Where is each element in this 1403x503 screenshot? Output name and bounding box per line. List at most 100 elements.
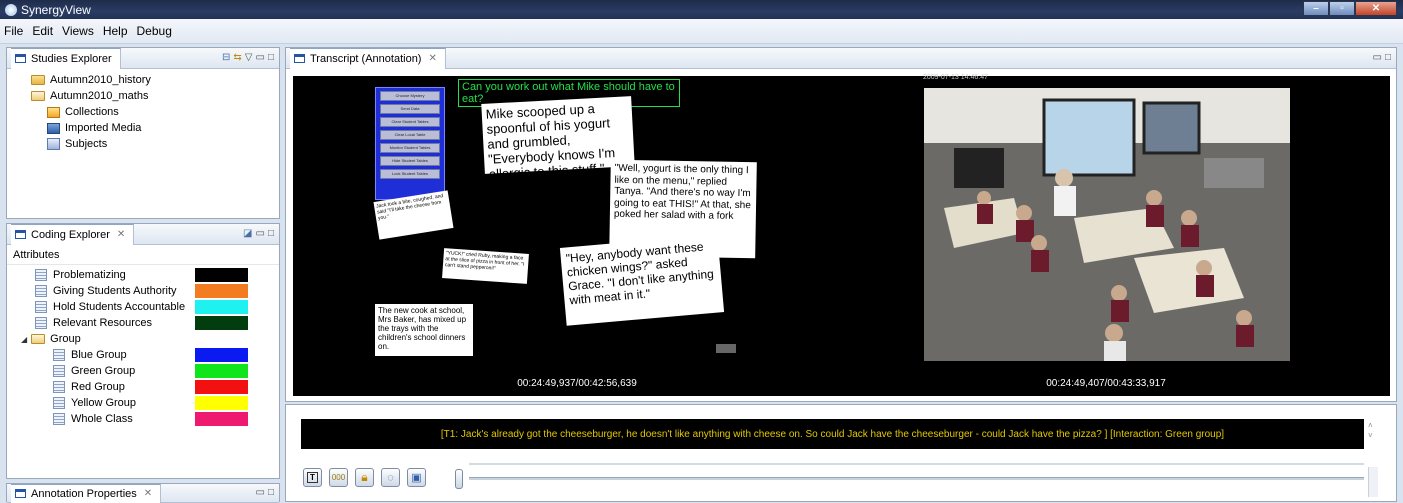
annotation-timeline-panel: [T1: Jack's already got the cheeseburger… xyxy=(285,404,1397,502)
tabletop-logo xyxy=(716,344,736,353)
left-video[interactable]: Choose Mystery Send Data Clear Student T… xyxy=(293,76,833,376)
menu-file[interactable]: File xyxy=(4,24,23,38)
tree-item-imported-media[interactable]: Imported Media xyxy=(13,120,279,136)
save-icon: ▣ xyxy=(411,472,422,484)
menu-views[interactable]: Views xyxy=(62,24,94,38)
tree-item-collections[interactable]: Collections xyxy=(13,104,279,120)
maximize-view-icon[interactable]: □ xyxy=(1385,52,1391,63)
lock-icon: 🔒︎ xyxy=(361,470,368,484)
color-swatch xyxy=(195,396,248,410)
tab-annotation-properties[interactable]: Annotation Properties ✕ xyxy=(11,483,162,503)
media-icon xyxy=(47,122,60,134)
annotation-properties-header: Annotation Properties ✕ ▭ □ xyxy=(7,483,279,503)
close-tab-icon[interactable]: ✕ xyxy=(144,488,152,499)
attribute-icon xyxy=(53,365,65,377)
attribute-icon xyxy=(35,317,47,329)
tree-item-autumn2010-history[interactable]: Autumn2010_history xyxy=(13,72,279,88)
maximize-view-icon[interactable]: □ xyxy=(268,487,274,498)
track-divider xyxy=(469,463,1364,465)
tree-item-label: Autumn2010_maths xyxy=(50,90,149,102)
story-card: "YUCK!" cried Ruby, making a face at the… xyxy=(442,248,529,284)
maximize-view-icon[interactable]: □ xyxy=(268,228,274,239)
folder-open-icon xyxy=(31,91,45,101)
tab-studies-explorer[interactable]: Studies Explorer xyxy=(11,47,121,69)
folder-open-icon xyxy=(31,334,46,344)
minimize-view-icon[interactable]: ▭ xyxy=(256,52,265,63)
studies-tree: Autumn2010_history Autumn2010_maths Coll… xyxy=(7,69,279,152)
menu-button-choose-mystery: Choose Mystery xyxy=(380,91,440,101)
folder-icon xyxy=(31,75,45,85)
close-tab-icon[interactable]: ✕ xyxy=(428,53,436,64)
tab-coding-explorer[interactable]: Coding Explorer ✕ xyxy=(11,223,135,245)
collapse-all-icon[interactable]: ⊟ xyxy=(222,52,230,63)
tree-item-subjects[interactable]: Subjects xyxy=(13,136,279,152)
transcript-annotation-line[interactable]: [T1: Jack's already got the cheeseburger… xyxy=(301,419,1364,449)
studies-explorer-header: Studies Explorer ⊟ ⇆ ▽ ▭ □ xyxy=(7,47,279,69)
right-video-timecode: 00:24:49,407/00:43:33,917 xyxy=(1046,378,1166,389)
collections-icon xyxy=(47,106,60,118)
camera-timestamp: 2009-07-13 14:46:47 xyxy=(923,74,988,81)
attribute-icon xyxy=(35,301,47,313)
view-icon xyxy=(15,54,26,63)
menu-edit[interactable]: Edit xyxy=(32,24,53,38)
speech-tool-button[interactable]: ◌ xyxy=(381,468,400,487)
minimize-view-icon[interactable]: ▭ xyxy=(256,228,265,239)
attribute-label: Giving Students Authority xyxy=(53,285,177,297)
attribute-label: Green Group xyxy=(71,365,136,377)
left-video-timecode: 00:24:49,937/00:42:56,639 xyxy=(517,378,637,389)
minimize-view-icon[interactable]: ▭ xyxy=(1373,52,1382,63)
maximize-button[interactable]: ▫ xyxy=(1329,1,1355,16)
save-tool-button[interactable]: ▣ xyxy=(407,468,426,487)
close-tab-icon[interactable]: ✕ xyxy=(117,229,125,240)
menu-debug[interactable]: Debug xyxy=(137,24,172,38)
attribute-label: Yellow Group xyxy=(71,397,137,409)
minimize-button[interactable]: – xyxy=(1303,1,1329,16)
view-icon xyxy=(15,230,26,239)
tab-label: Studies Explorer xyxy=(31,52,112,65)
speech-bubble-icon: ◌ xyxy=(387,471,394,484)
timeline-slider-track[interactable] xyxy=(469,477,1364,480)
right-video[interactable]: 2009-07-13 14:46:47 xyxy=(921,74,1390,376)
transcript-tool-button[interactable]: T xyxy=(303,468,322,487)
studies-explorer-panel: Studies Explorer ⊟ ⇆ ▽ ▭ □ Autumn2010_hi… xyxy=(6,47,280,219)
maximize-view-icon[interactable]: □ xyxy=(268,52,274,63)
expand-arrow-icon[interactable]: ◢ xyxy=(21,335,27,344)
attribute-label: Whole Class xyxy=(71,413,133,425)
tree-item-label: Imported Media xyxy=(65,122,142,134)
minimize-view-icon[interactable]: ▭ xyxy=(256,487,265,498)
new-code-icon[interactable]: ◪ xyxy=(243,228,252,239)
attribute-icon xyxy=(35,269,47,281)
view-controls: ⊟ ⇆ ▽ ▭ □ xyxy=(222,52,274,63)
attribute-group[interactable]: ◢ Group xyxy=(13,331,279,347)
coding-explorer-header: Coding Explorer ✕ ◪ ▭ □ xyxy=(7,223,279,245)
menu-help[interactable]: Help xyxy=(103,24,128,38)
attributes-tree: Problematizing Giving Students Authority… xyxy=(7,265,279,427)
tree-item-label: Autumn2010_history xyxy=(50,74,151,86)
view-menu-icon[interactable]: ▽ xyxy=(245,52,253,63)
color-swatch xyxy=(195,284,248,298)
timeline-slider-handle[interactable] xyxy=(455,469,463,489)
timeline-scrollbar[interactable] xyxy=(1368,467,1378,497)
lock-tool-button[interactable]: 🔒︎ xyxy=(355,468,374,487)
transcript-editor: Transcript (Annotation) ✕ ▭ □ Choose Mys… xyxy=(285,47,1397,402)
classroom-image xyxy=(924,88,1290,361)
tab-transcript-annotation[interactable]: Transcript (Annotation) ✕ xyxy=(290,47,446,69)
story-card: The new cook at school, Mrs Baker, has m… xyxy=(375,304,473,356)
attribute-label: Blue Group xyxy=(71,349,127,361)
window-controls: – ▫ ✕ xyxy=(1303,1,1397,16)
link-icon[interactable]: ⇆ xyxy=(233,52,241,63)
color-swatch xyxy=(195,364,248,378)
transcript-scroll-arrows[interactable]: ˄ ˅ xyxy=(1368,421,1373,441)
tab-label: Coding Explorer xyxy=(31,228,110,241)
menu-button-clear-local: Clear Local Table xyxy=(380,130,440,140)
tree-item-autumn2010-maths[interactable]: Autumn2010_maths xyxy=(13,88,279,104)
color-swatch xyxy=(195,316,248,330)
subjects-icon xyxy=(47,138,60,150)
attribute-label: Problematizing xyxy=(53,269,126,281)
menu-button-send-data: Send Data xyxy=(380,104,440,114)
attribute-icon xyxy=(53,381,65,393)
close-button[interactable]: ✕ xyxy=(1355,1,1397,16)
color-swatch xyxy=(195,300,248,314)
numbers-tool-button[interactable]: 000 xyxy=(329,468,348,487)
app-icon xyxy=(5,3,17,16)
